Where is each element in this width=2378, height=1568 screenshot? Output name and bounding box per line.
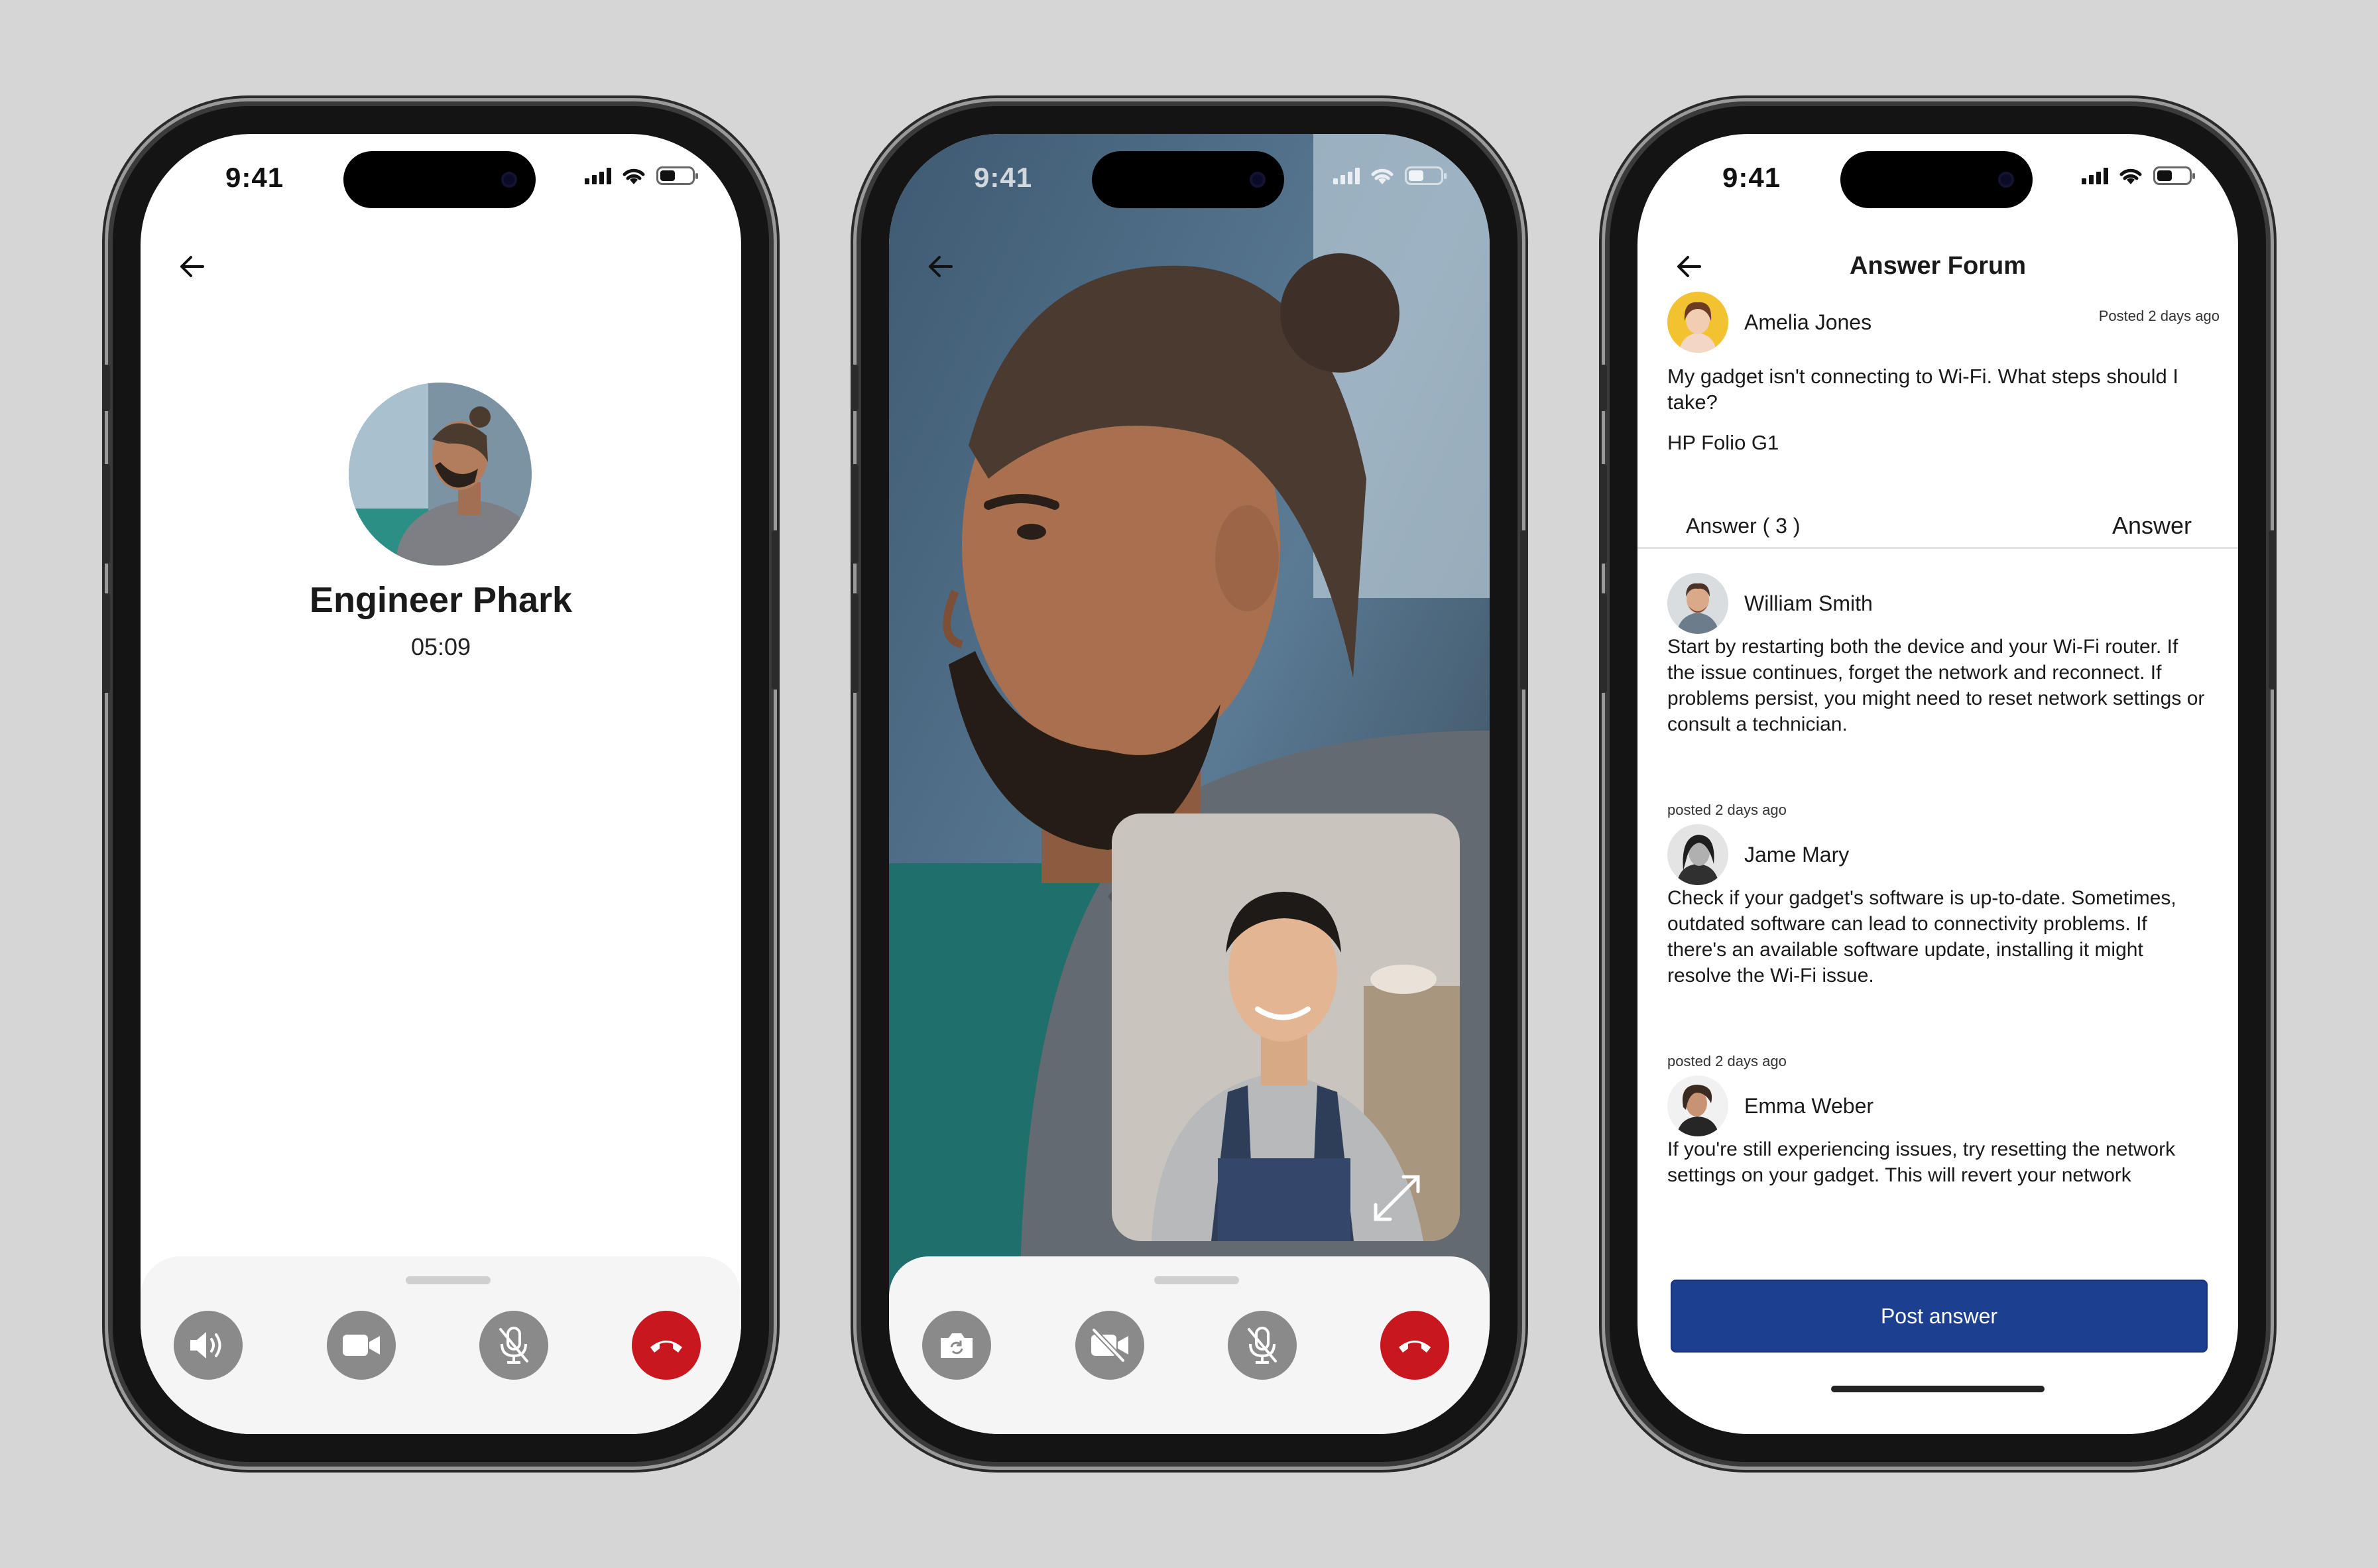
volume-up-button xyxy=(102,464,110,564)
drag-handle[interactable] xyxy=(406,1276,491,1284)
status-time: 9:41 xyxy=(1722,162,1781,193)
mute-switch xyxy=(1599,365,1607,411)
author-name: Emma Weber xyxy=(1744,1093,1874,1118)
page-title: Answer Forum xyxy=(1849,252,2027,280)
volume-down-button xyxy=(102,593,110,693)
end-call-button[interactable] xyxy=(632,1311,701,1380)
voice-call-screen: 9:41 Engineer Phark 05:09 xyxy=(141,134,741,1434)
cellular-signal-icon xyxy=(1333,167,1360,184)
battery-icon xyxy=(656,166,698,185)
avatar xyxy=(1667,573,1728,634)
answer-timestamp: posted 2 days ago xyxy=(1667,802,1787,818)
video-camera-icon xyxy=(343,1335,380,1356)
status-time: 9:41 xyxy=(974,162,1033,193)
power-button xyxy=(2269,530,2277,690)
avatar xyxy=(1667,824,1728,885)
tab-answer[interactable]: Answer xyxy=(2112,512,2192,540)
battery-icon xyxy=(2153,166,2195,185)
phone-voice-call: 9:41 Engineer Phark 05:09 xyxy=(102,106,780,1462)
switch-camera-icon xyxy=(941,1333,973,1358)
expand-icon[interactable] xyxy=(1395,1175,1441,1221)
wifi-icon xyxy=(623,168,645,184)
answer-forum-screen: 9:41 Answer Forum Amelia Jones Posted 2 … xyxy=(1637,134,2238,1434)
battery-icon xyxy=(1405,166,1447,185)
mic-off-icon xyxy=(499,1327,528,1364)
question-author[interactable]: Amelia Jones xyxy=(1667,292,1872,353)
volume-up-button xyxy=(1599,464,1607,564)
avatar xyxy=(1667,1075,1728,1136)
power-button xyxy=(1520,530,1528,690)
answer-text: Start by restarting both the device and … xyxy=(1667,636,2205,735)
answer-timestamp: posted 2 days ago xyxy=(1667,1053,1787,1069)
wifi-icon xyxy=(2119,168,2142,184)
answer-text: Check if your gadget's software is up-to… xyxy=(1667,887,2176,987)
volume-up-button xyxy=(851,464,859,564)
call-controls-panel xyxy=(141,1256,741,1434)
author-name: Amelia Jones xyxy=(1744,310,1872,334)
phone-video-call: 9:41 xyxy=(851,106,1528,1462)
caller-name: Engineer Phark xyxy=(309,580,573,620)
mute-switch xyxy=(851,365,859,411)
end-call-button[interactable] xyxy=(1380,1311,1449,1380)
mute-switch xyxy=(102,365,110,411)
dynamic-island xyxy=(1092,151,1284,208)
cellular-signal-icon xyxy=(2082,167,2108,184)
end-call-icon xyxy=(650,1341,682,1353)
home-indicator[interactable] xyxy=(1831,1386,2045,1392)
back-arrow-icon[interactable] xyxy=(171,245,213,288)
wifi-icon xyxy=(1371,168,1394,184)
speaker-icon xyxy=(190,1332,221,1358)
mic-off-icon xyxy=(1248,1327,1277,1364)
post-answer-button[interactable]: Post answer xyxy=(1671,1280,2208,1353)
avatar xyxy=(1667,292,1728,353)
video-button[interactable] xyxy=(327,1311,396,1380)
answer-author[interactable]: Emma Weber xyxy=(1667,1075,1873,1136)
device-name: HP Folio G1 xyxy=(1667,431,1779,454)
call-duration: 05:09 xyxy=(410,633,471,660)
back-arrow-icon[interactable] xyxy=(920,245,962,288)
self-view-video[interactable] xyxy=(1112,814,1460,1241)
call-controls-panel xyxy=(889,1256,1490,1434)
drag-handle[interactable] xyxy=(1154,1276,1239,1284)
volume-down-button xyxy=(851,593,859,693)
answer-author[interactable]: William Smith xyxy=(1667,573,1873,634)
back-arrow-icon[interactable] xyxy=(1668,245,1710,288)
question-timestamp: Posted 2 days ago xyxy=(2098,308,2220,324)
volume-down-button xyxy=(1599,593,1607,693)
author-name: Jame Mary xyxy=(1744,842,1850,867)
video-off-button[interactable] xyxy=(1075,1311,1144,1380)
speaker-button[interactable] xyxy=(174,1311,243,1380)
phone-answer-forum: 9:41 Answer Forum Amelia Jones Posted 2 … xyxy=(1599,106,2277,1462)
answer-text: If you're still experiencing issues, try… xyxy=(1667,1138,2176,1186)
video-call-screen: 9:41 xyxy=(889,134,1490,1434)
question-text: My gadget isn't connecting to Wi-Fi. Wha… xyxy=(1667,365,2178,414)
answer-author[interactable]: Jame Mary xyxy=(1667,824,1849,885)
cellular-signal-icon xyxy=(585,167,611,184)
dynamic-island xyxy=(343,151,536,208)
dynamic-island xyxy=(1840,151,2033,208)
end-call-icon xyxy=(1399,1341,1431,1353)
mute-button[interactable] xyxy=(1228,1311,1297,1380)
caller-avatar xyxy=(349,383,532,566)
switch-camera-button[interactable] xyxy=(922,1311,991,1380)
tab-answers-count[interactable]: Answer ( 3 ) xyxy=(1686,514,1800,538)
mute-button[interactable] xyxy=(479,1311,548,1380)
power-button xyxy=(772,530,780,690)
divider xyxy=(1637,547,2238,549)
status-time: 9:41 xyxy=(225,162,284,193)
video-off-icon xyxy=(1091,1328,1128,1362)
author-name: William Smith xyxy=(1744,591,1873,615)
